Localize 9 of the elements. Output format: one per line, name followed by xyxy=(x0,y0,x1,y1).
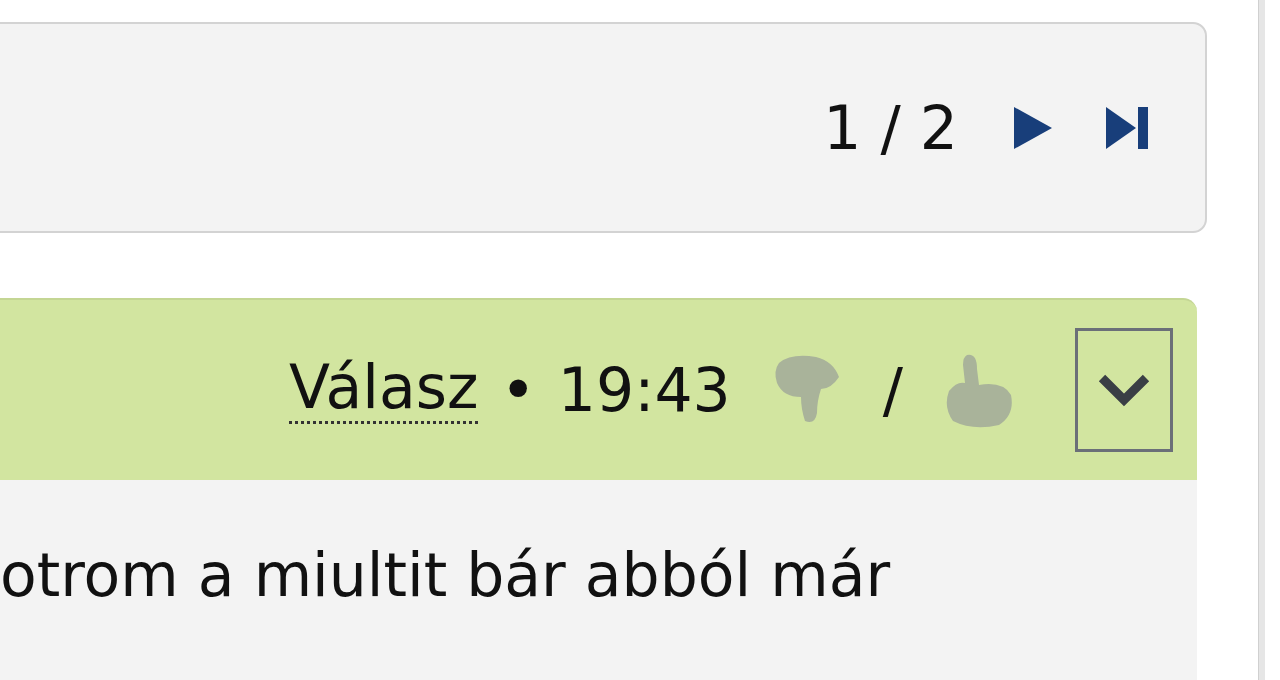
page-position: 1 / 2 xyxy=(823,92,958,163)
last-page-icon[interactable] xyxy=(1104,104,1150,151)
next-page-icon[interactable] xyxy=(1012,104,1054,151)
dropdown-button[interactable] xyxy=(1075,328,1173,452)
reply-link[interactable]: Válasz xyxy=(289,356,479,424)
post-time: 19:43 xyxy=(557,355,731,425)
vote-separator: / xyxy=(882,355,903,425)
separator-dot: • xyxy=(500,355,536,425)
post-text: otrom a miultit bár abból már xyxy=(0,540,891,610)
